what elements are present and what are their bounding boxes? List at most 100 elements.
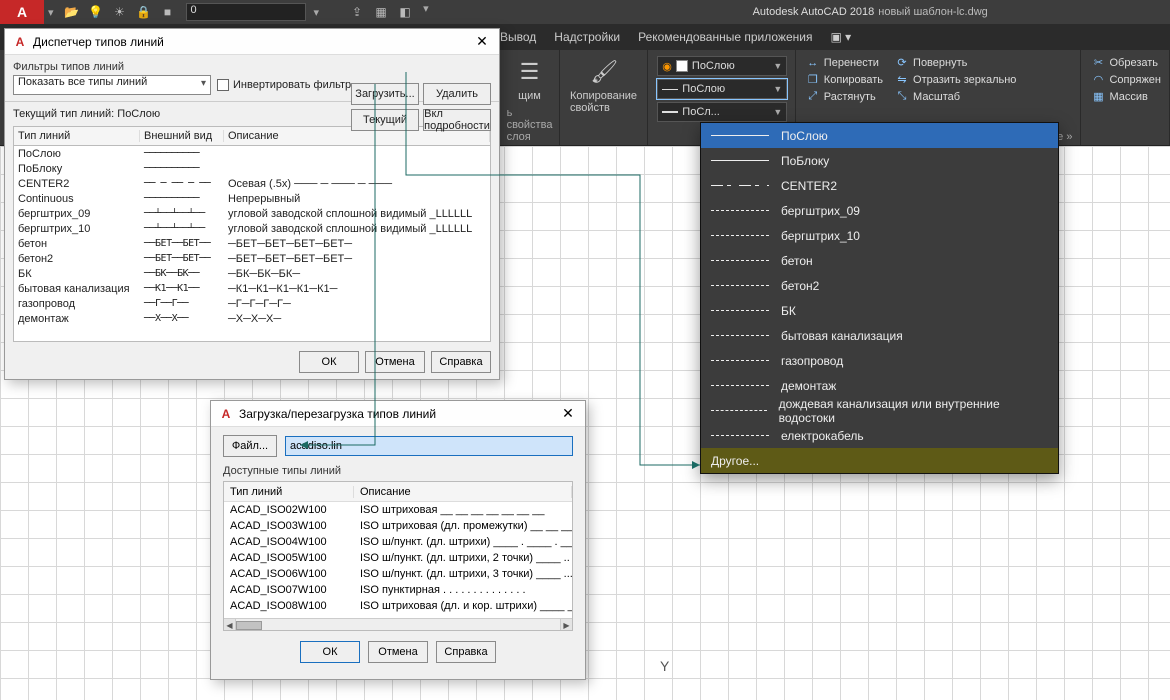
table-row[interactable]: ACAD_ISO02W100ISO штриховая __ __ __ __ …: [224, 502, 572, 518]
table-row[interactable]: ACAD_ISO06W100ISO ш/пункт. (дл. штрихи, …: [224, 566, 572, 582]
qat-dropdown-icon[interactable]: ▾: [310, 6, 324, 19]
help-button[interactable]: Справка: [431, 351, 491, 373]
cancel-button[interactable]: Отмена: [365, 351, 425, 373]
table-row[interactable]: ACAD_ISO03W100ISO штриховая (дл. промежу…: [224, 518, 572, 534]
app-menu-dropdown-icon[interactable]: ▾: [44, 6, 58, 19]
linetype-option[interactable]: БК: [701, 298, 1058, 323]
table-row[interactable]: ACAD_ISO04W100ISO ш/пункт. (дл. штрихи) …: [224, 534, 572, 550]
cancel-button[interactable]: Отмена: [368, 641, 428, 663]
linetype-preview-icon: [711, 210, 769, 211]
col-preview[interactable]: Внешний вид: [140, 130, 224, 142]
table-row[interactable]: CENTER2── ─ ── ─ ──Осевая (.5x) ─── ─ ──…: [14, 176, 490, 191]
table-row[interactable]: бетон2──БЕТ──БЕТ───БЕТ─БЕТ─БЕТ─БЕТ─: [14, 251, 490, 266]
lineweight-selector[interactable]: ПоСл... ▼: [657, 102, 787, 122]
help-button[interactable]: Справка: [436, 641, 496, 663]
stretch-button[interactable]: ⤢Растянуть: [806, 90, 883, 103]
scroll-thumb[interactable]: [236, 621, 262, 630]
available-linetypes-label: Доступные типы линий: [211, 465, 585, 477]
mirror-icon: ⇋: [895, 73, 909, 86]
linetype-option[interactable]: електрокабель: [701, 423, 1058, 448]
ok-button[interactable]: ОК: [299, 351, 359, 373]
layer-name-field[interactable]: 0: [186, 3, 306, 21]
table-row[interactable]: газопровод──Г──Г───Г─Г─Г─Г─: [14, 296, 490, 311]
tab-featured-apps[interactable]: Рекомендованные приложения: [638, 30, 812, 44]
details-button[interactable]: Вкл подробности: [423, 109, 491, 131]
col-type[interactable]: Тип линий: [14, 130, 140, 142]
close-button[interactable]: ✕: [471, 33, 493, 50]
scale-button[interactable]: ⤡Масштаб: [895, 90, 1016, 103]
horizontal-scrollbar[interactable]: ◀ ▶: [224, 618, 572, 631]
bulb-icon[interactable]: 💡: [86, 2, 106, 22]
sun-icon[interactable]: ☀: [110, 2, 130, 22]
tab-more-icon[interactable]: ▣ ▾: [830, 30, 851, 44]
array-button[interactable]: ▦Массив: [1091, 90, 1161, 103]
table-row[interactable]: бетон──БЕТ──БЕТ───БЕТ─БЕТ─БЕТ─БЕТ─: [14, 236, 490, 251]
linetype-selector[interactable]: ПоСлою ▼: [657, 79, 787, 99]
copy-button[interactable]: ❐Копировать: [806, 73, 883, 86]
linetype-option[interactable]: бергштрих_10: [701, 223, 1058, 248]
table-row[interactable]: бергштрих_10──┴──┴──┴──угловой заводской…: [14, 221, 490, 236]
linetype-option[interactable]: бетон: [701, 248, 1058, 273]
linetype-dropdown[interactable]: ПоСлоюПоБлокуCENTER2бергштрих_09бергштри…: [700, 122, 1059, 474]
layer-state-button[interactable]: ☰ щим: [514, 56, 546, 102]
linetype-preview-icon: [711, 285, 769, 286]
rotate-button[interactable]: ⟳Повернуть: [895, 56, 1016, 69]
linetype-option[interactable]: ПоБлоку: [701, 148, 1058, 173]
fillet-button[interactable]: ◠Сопряжен: [1091, 73, 1161, 86]
share-icon[interactable]: ⇪: [347, 2, 367, 22]
table-row[interactable]: Continuous──────────Непрерывный: [14, 191, 490, 206]
linetype-option[interactable]: демонтаж: [701, 373, 1058, 398]
close-button[interactable]: ✕: [557, 405, 579, 422]
table-row[interactable]: ACAD_ISO05W100ISO ш/пункт. (дл. штрихи, …: [224, 550, 572, 566]
table-row[interactable]: бытовая канализация──К1──К1───К1─К1─К1─К…: [14, 281, 490, 296]
tab-output[interactable]: Вывод: [500, 30, 536, 44]
table-row[interactable]: бергштрих_09──┴──┴──┴──угловой заводской…: [14, 206, 490, 221]
linetype-option[interactable]: ПоСлою: [701, 123, 1058, 148]
col-desc[interactable]: Описание: [354, 486, 572, 498]
available-linetypes-table[interactable]: Тип линий Описание ACAD_ISO02W100ISO штр…: [223, 481, 573, 631]
color-selector[interactable]: ◉ ПоСлою ▼: [657, 56, 787, 76]
match-properties-button[interactable]: 🖌 Копирование свойств: [570, 56, 639, 114]
table-row[interactable]: ПоБлоку──────────: [14, 161, 490, 176]
move-button[interactable]: ↔Перенести: [806, 56, 883, 69]
table-row[interactable]: ACAD_ISO08W100ISO штриховая (дл. и кор. …: [224, 598, 572, 614]
workspace-icon[interactable]: ◧: [395, 2, 415, 22]
table-row[interactable]: демонтаж──X──X───X─X─X─: [14, 311, 490, 326]
open-icon[interactable]: 📂: [62, 2, 82, 22]
invert-filter-checkbox[interactable]: Инвертировать фильтр: [217, 79, 351, 91]
load-button[interactable]: Загрузить...: [351, 83, 419, 105]
lineweight-selector-value: ПоСл...: [682, 106, 769, 118]
linetype-option[interactable]: дождевая канализация или внутренние водо…: [701, 398, 1058, 423]
file-button[interactable]: Файл...: [223, 435, 277, 457]
linetype-option[interactable]: CENTER2: [701, 173, 1058, 198]
linetype-option[interactable]: бетон2: [701, 273, 1058, 298]
file-path-input[interactable]: [285, 436, 573, 456]
delete-button[interactable]: Удалить: [423, 83, 491, 105]
lock-icon[interactable]: 🔒: [134, 2, 154, 22]
scroll-left-icon[interactable]: ◀: [224, 619, 236, 631]
linetype-option[interactable]: газопровод: [701, 348, 1058, 373]
col-type[interactable]: Тип линий: [224, 486, 354, 498]
linetype-table[interactable]: ПоСлою──────────ПоБлоку──────────CENTER2…: [13, 146, 491, 342]
views-icon[interactable]: ▦: [371, 2, 391, 22]
mirror-button[interactable]: ⇋Отразить зеркально: [895, 73, 1016, 86]
workspace-dropdown-icon[interactable]: ▾: [419, 2, 433, 22]
dialog-titlebar[interactable]: A Загрузка/перезагрузка типов линий ✕: [211, 401, 585, 427]
trim-button[interactable]: ✂Обрезать: [1091, 56, 1161, 69]
title-bar: A ▾ 📂 💡 ☀ 🔒 ■ 0 ▾ ⇪ ▦ ◧ ▾ Autodesk AutoC…: [0, 0, 1170, 24]
tab-addins[interactable]: Надстройки: [554, 30, 620, 44]
scroll-right-icon[interactable]: ▶: [560, 619, 572, 631]
app-menu-button[interactable]: A: [0, 0, 44, 24]
linetype-other-option[interactable]: Другое...: [701, 448, 1058, 473]
filter-select[interactable]: Показать все типы линий: [13, 75, 211, 95]
dialog-titlebar[interactable]: A Диспетчер типов линий ✕: [5, 29, 499, 55]
layer-swatch-icon[interactable]: ■: [158, 2, 178, 22]
linetype-preview-icon: [711, 235, 769, 236]
table-row[interactable]: БК──БК──БК───БК─БК─БК─: [14, 266, 490, 281]
linetype-option[interactable]: бытовая канализация: [701, 323, 1058, 348]
table-row[interactable]: ПоСлою──────────: [14, 146, 490, 161]
current-button[interactable]: Текущий: [351, 109, 419, 131]
linetype-option[interactable]: бергштрих_09: [701, 198, 1058, 223]
table-row[interactable]: ACAD_ISO07W100ISO пунктирная . . . . . .…: [224, 582, 572, 598]
ok-button[interactable]: ОК: [300, 641, 360, 663]
